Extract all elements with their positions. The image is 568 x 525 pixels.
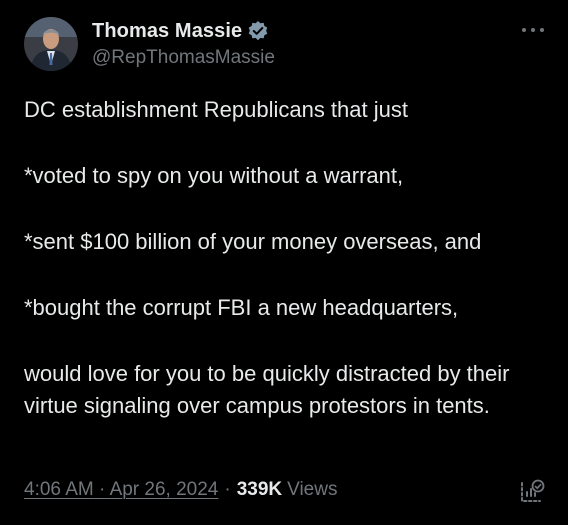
name-row: Thomas Massie: [92, 18, 275, 44]
author-handle[interactable]: @RepThomasMassie: [92, 47, 275, 69]
views-separator: ·: [224, 479, 231, 500]
tweet-text: DC establishment Republicans that just *…: [24, 94, 549, 422]
verified-badge-icon[interactable]: [247, 20, 269, 42]
views-label: Views: [287, 479, 338, 500]
author-block: Thomas Massie @RepThomasMassie: [92, 18, 275, 69]
tweet-paragraph: *voted to spy on you without a warrant,: [24, 163, 404, 188]
views-count: 339K: [236, 479, 283, 500]
author-display-name[interactable]: Thomas Massie: [92, 20, 242, 43]
more-dot: [540, 28, 544, 32]
tweet: Thomas Massie @RepThomasMassie DC establ…: [0, 0, 568, 525]
tweet-paragraph: *sent $100 billion of your money oversea…: [24, 229, 482, 254]
more-dot: [522, 28, 526, 32]
tweet-paragraph: DC establishment Republicans that just: [24, 97, 408, 122]
tweet-timestamp-link[interactable]: 4:06 AM · Apr 26, 2024: [24, 479, 218, 501]
avatar[interactable]: [24, 17, 78, 71]
tweet-meta: 4:06 AM · Apr 26, 2024 · 339K Views: [24, 479, 337, 501]
more-dot: [531, 28, 535, 32]
tweet-paragraph: would love for you to be quickly distrac…: [24, 361, 510, 418]
tweet-paragraph: *bought the corrupt FBI a new headquarte…: [24, 295, 459, 320]
tweet-date: Apr 26, 2024: [109, 479, 219, 500]
tweet-time: 4:06 AM: [24, 479, 94, 500]
post-analytics-icon[interactable]: [518, 477, 546, 505]
more-options-icon[interactable]: [522, 22, 544, 38]
date-separator: ·: [99, 479, 106, 500]
